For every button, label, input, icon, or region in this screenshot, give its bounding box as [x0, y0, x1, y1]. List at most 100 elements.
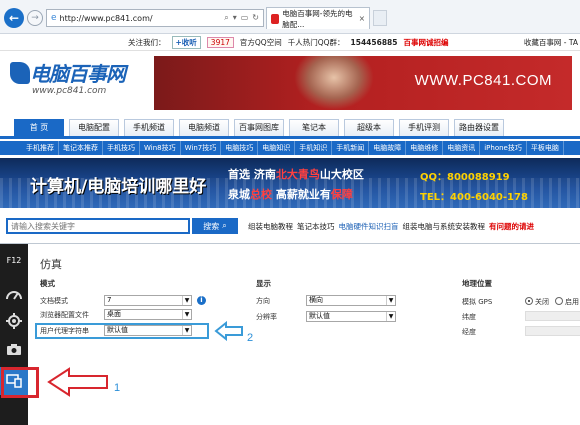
subnav-link[interactable]: 电脑维修 [406, 141, 444, 155]
favicon-icon [271, 13, 280, 24]
ad-line-2a: 泉城 [228, 188, 250, 201]
devtools-title: 仿真 [40, 258, 62, 271]
hot-links: 组装电脑教程 笔记本技巧 电脑硬件知识扫盲 组装电脑与系统安装教程 有问题的请进 [248, 221, 534, 232]
subnav-link[interactable]: Win7技巧 [181, 141, 222, 155]
longitude-input[interactable] [525, 326, 580, 336]
resolution-label: 分辨率 [256, 313, 277, 321]
subnav-link[interactable]: 电脑技巧 [221, 141, 259, 155]
search-button[interactable]: 搜索 ⌕ [192, 218, 238, 234]
devtools-f12-label: F12 [6, 256, 22, 265]
address-controls: ⌕ ▾ ▭ ↻ [224, 13, 263, 23]
browser-chrome: ← → e http://www.pc841.com/ ⌕ ▾ ▭ ↻ 电脑百事… [0, 0, 580, 34]
nav-item[interactable]: 超级本 [344, 119, 394, 136]
ad-line-2d: 保障 [330, 188, 353, 201]
subnav-link[interactable]: 电脑资讯 [443, 141, 481, 155]
bookmark-link[interactable]: 收藏百事网 - TA [524, 37, 578, 48]
header-banner[interactable]: WWW.PC841.COM [154, 56, 572, 110]
nav-item[interactable]: 电脑配置 [69, 119, 119, 136]
forward-button[interactable]: → [27, 10, 43, 26]
info-icon[interactable]: i [197, 296, 206, 305]
hot-link[interactable]: 组装电脑教程 [248, 221, 293, 232]
search-input[interactable] [6, 218, 190, 234]
ad-banner[interactable]: 计算机/电脑培训哪里好 首选 济南北大青鸟山大校区 泉城总校 高薪就业有保障 Q… [0, 158, 580, 208]
qq-group-label: 千人热门QQ群： [287, 37, 345, 47]
hot-link[interactable]: 电脑硬件知识扫盲 [339, 221, 399, 232]
subnav-link[interactable]: 手机知识 [295, 141, 333, 155]
compat-view-icon[interactable]: ▭ [241, 13, 249, 23]
weibo-follow-button[interactable]: +收听 [171, 35, 201, 49]
chevron-down-icon: ▼ [182, 296, 191, 305]
qq-group-number: 154456885 [350, 37, 398, 47]
utility-bar: 关注我们： +收听 3917 官方QQ空间 千人热门QQ群： 154456885… [0, 34, 580, 51]
refresh-icon[interactable]: ↻ [252, 13, 259, 23]
search-icon[interactable]: ⌕ [224, 13, 228, 23]
nav-item[interactable]: 百事网图库 [234, 119, 284, 136]
settings-gear-icon[interactable] [4, 311, 24, 331]
latitude-input[interactable] [525, 311, 580, 321]
orientation-select[interactable]: 横向 ▼ [306, 295, 396, 306]
nav-item[interactable]: 手机频道 [124, 119, 174, 136]
subnav-link[interactable]: Win8技巧 [140, 141, 181, 155]
banner-site-text: WWW.PC841.COM [414, 72, 552, 89]
geolocation-header: 地理位置 [462, 279, 492, 288]
arrow-left-annotation-icon [47, 367, 108, 397]
browser-profile-value: 桌面 [107, 310, 121, 318]
ad-line-2b: 总校 [250, 188, 272, 201]
ie-page-icon: e [51, 13, 57, 23]
subnav-link[interactable]: 笔记本推荐 [59, 141, 103, 155]
ad-line-2: 泉城总校 高薪就业有保障 [228, 186, 353, 202]
subnav-link[interactable]: 平板电脑 [527, 141, 564, 155]
site-header: 电脑百事网 www.pc841.com WWW.PC841.COM [0, 52, 580, 112]
gps-on-label: 启用 [565, 298, 579, 306]
gps-off-radio[interactable] [525, 297, 533, 305]
screenshot: ← → e http://www.pc841.com/ ⌕ ▾ ▭ ↻ 电脑百事… [0, 0, 580, 425]
nav-item-home[interactable]: 首 页 [14, 119, 64, 136]
callout-2: 2 [247, 332, 254, 344]
nav-item[interactable]: 路由器设置 [454, 119, 504, 136]
tab-title: 电脑百事网-领先的电脑配... [282, 8, 353, 29]
new-tab-button[interactable] [373, 10, 387, 26]
display-header: 显示 [256, 279, 271, 288]
nav-item[interactable]: 笔记本 [289, 119, 339, 136]
recruit-link[interactable]: 百事网诚招编 [403, 37, 448, 48]
ad-line-1c: 山大校区 [319, 168, 364, 181]
site-logo[interactable]: 电脑百事网 www.pc841.com [10, 58, 146, 102]
address-url: http://www.pc841.com/ [59, 13, 153, 23]
hot-link[interactable]: 有问题的请进 [489, 221, 534, 232]
follower-count: 3917 [206, 36, 234, 48]
search-button-label: 搜索 [203, 221, 220, 231]
ad-headline: 计算机/电脑培训哪里好 [30, 177, 207, 197]
subnav-link[interactable]: 电脑故障 [369, 141, 407, 155]
gps-off-label: 关闭 [535, 298, 549, 306]
search-row: 搜索 ⌕ 组装电脑教程 笔记本技巧 电脑硬件知识扫盲 组装电脑与系统安装教程 有… [0, 216, 580, 236]
doc-mode-select[interactable]: 7 ▼ [104, 295, 192, 306]
dropdown-icon[interactable]: ▾ [233, 13, 237, 23]
tab-active[interactable]: 电脑百事网-领先的电脑配... × [266, 7, 370, 29]
subnav-link[interactable]: 电脑知识 [258, 141, 296, 155]
nav-item[interactable]: 电脑频道 [179, 119, 229, 136]
browser-profile-select[interactable]: 桌面 ▼ [104, 309, 192, 320]
ad-line-1: 首选 济南北大青鸟山大校区 [228, 166, 364, 182]
address-bar[interactable]: e http://www.pc841.com/ ⌕ ▾ ▭ ↻ [46, 9, 264, 27]
nav-item[interactable]: 手机评测 [399, 119, 449, 136]
doc-mode-value: 7 [107, 296, 112, 304]
follow-label: 关注我们： [128, 37, 166, 47]
hot-link[interactable]: 组装电脑与系统安装教程 [403, 221, 486, 232]
subnav-link[interactable]: 手机推荐 [22, 141, 59, 155]
subnav-link[interactable]: 手机技巧 [103, 141, 140, 155]
ad-line-1a: 首选 济南 [228, 168, 276, 181]
gps-label: 模拟 GPS [462, 298, 493, 306]
subnav-link[interactable]: 手机新闻 [332, 141, 370, 155]
gps-on-radio[interactable] [555, 297, 563, 305]
tab-close-button[interactable]: × [359, 14, 365, 23]
resolution-select[interactable]: 默认值 ▼ [306, 311, 396, 322]
performance-gauge-icon[interactable] [4, 284, 24, 304]
search-icon: ⌕ [222, 221, 227, 230]
latitude-label: 纬度 [462, 313, 476, 321]
hot-link[interactable]: 笔记本技巧 [297, 221, 335, 232]
arrow-right-icon: → [31, 13, 39, 23]
subnav-link[interactable]: iPhone技巧 [480, 141, 527, 155]
camera-icon[interactable] [4, 339, 24, 359]
official-qq-link[interactable]: 官方QQ空间 [240, 37, 282, 48]
back-button[interactable]: ← [4, 8, 24, 28]
